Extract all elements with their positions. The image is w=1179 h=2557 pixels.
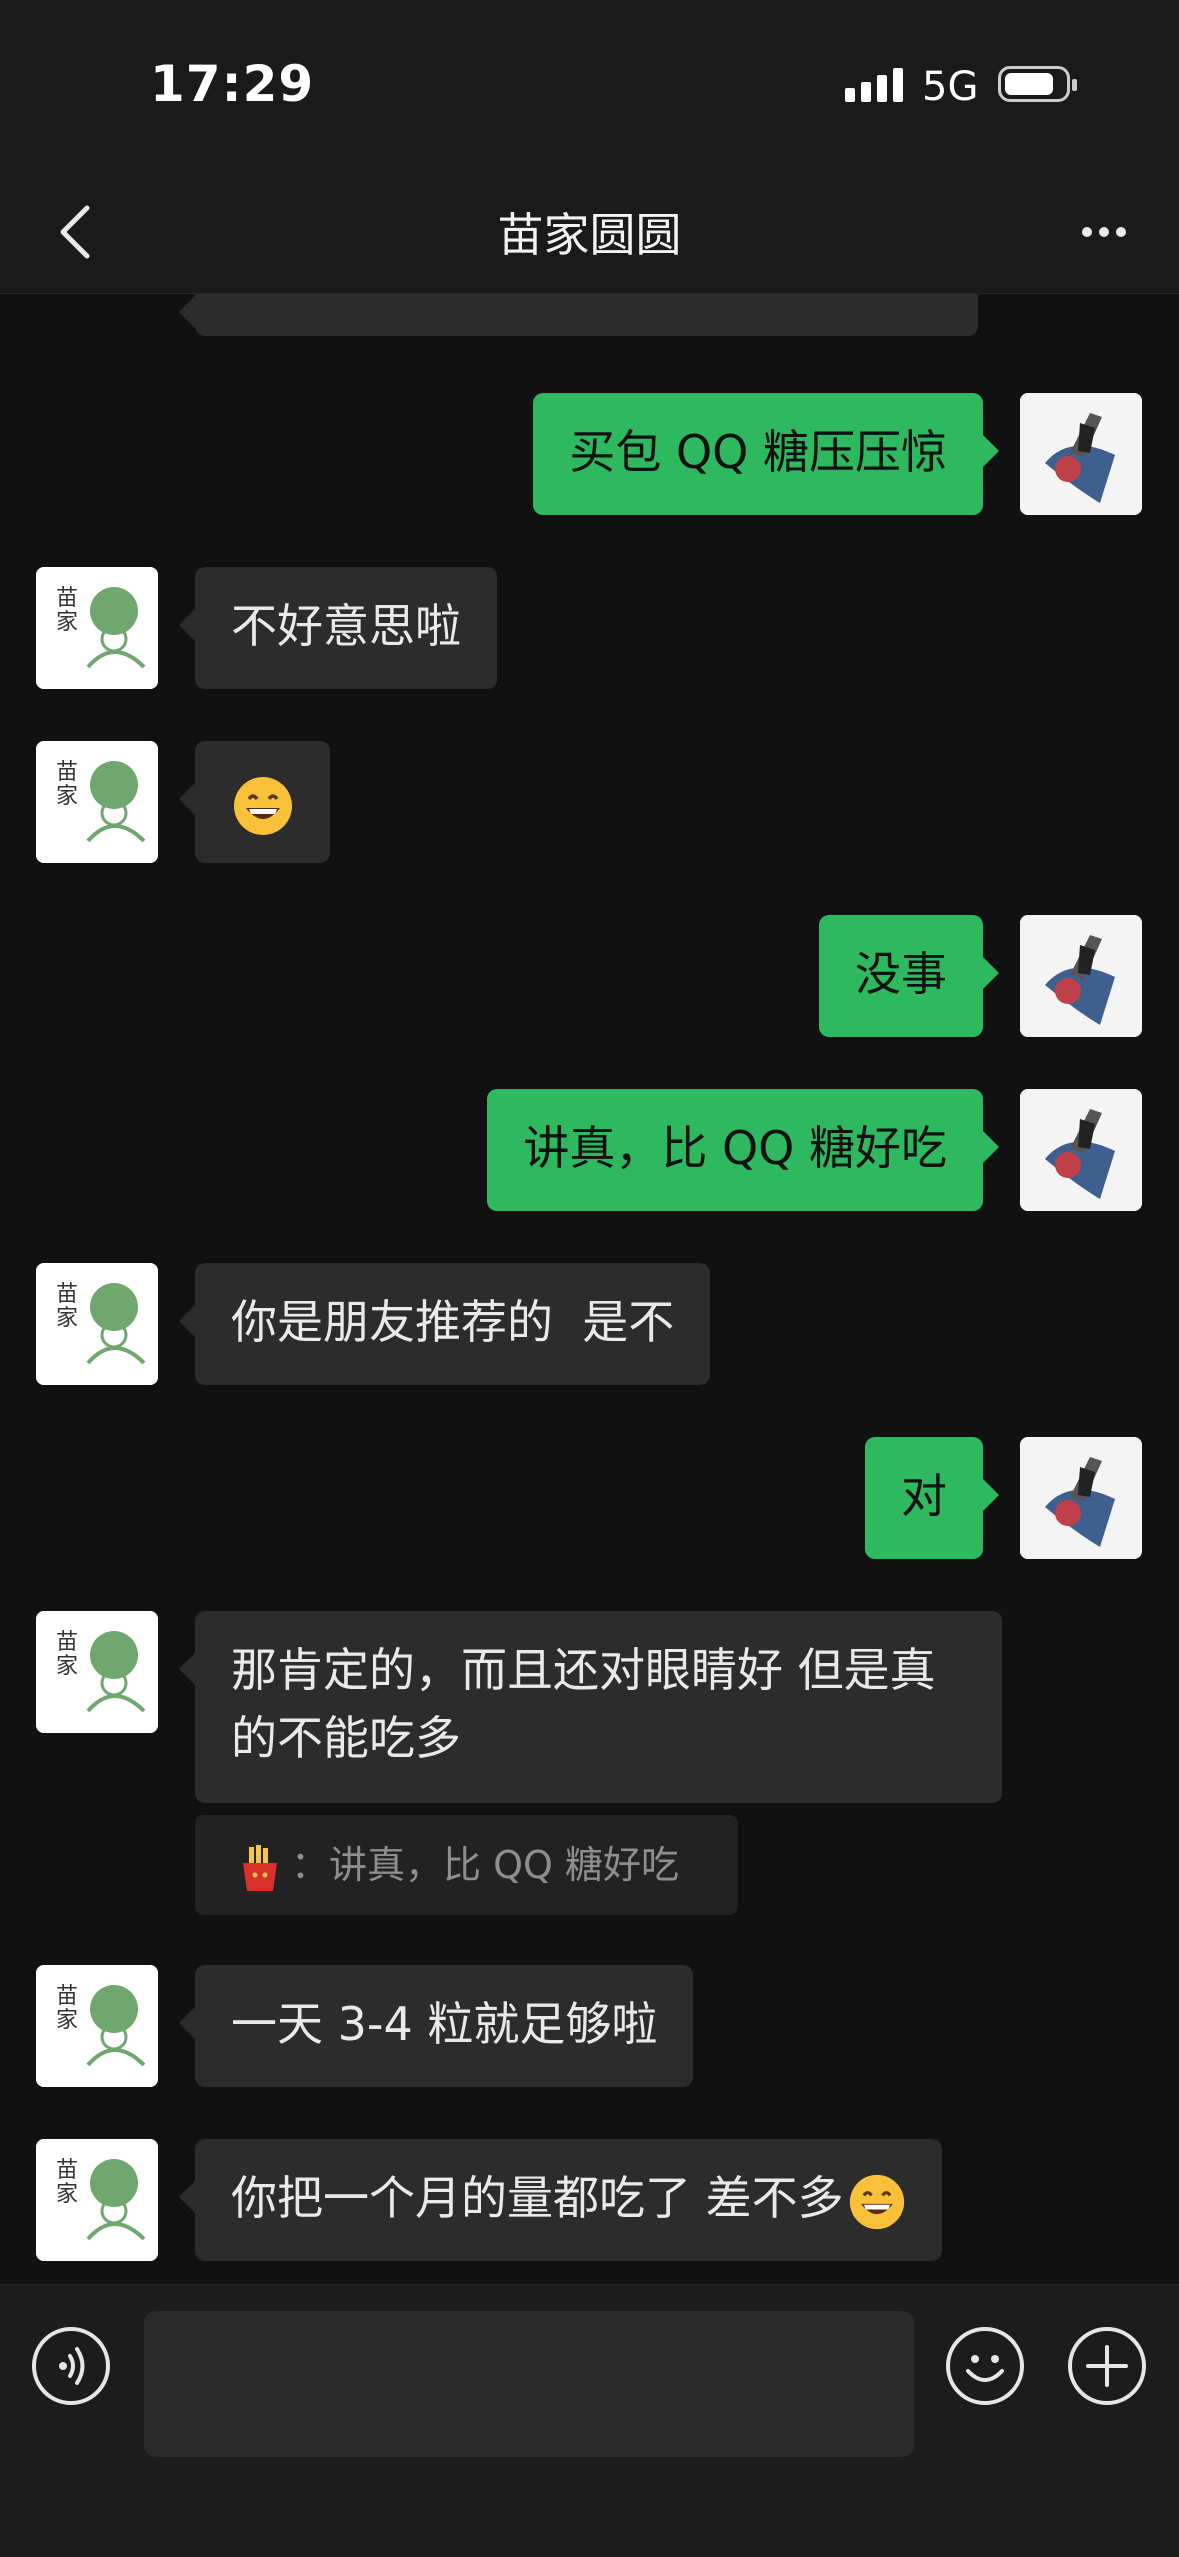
smiley-icon[interactable]: [946, 2327, 1024, 2405]
status-time: 17:29: [150, 55, 315, 113]
message-bubble-outgoing[interactable]: 讲真，比 QQ 糖好吃: [487, 1089, 999, 1211]
my-avatar[interactable]: [1020, 1437, 1142, 1559]
input-bar: [0, 2284, 1179, 2557]
fries-emoji: [243, 1844, 277, 1891]
grinning-face-emoji: [849, 2174, 904, 2229]
message-bubble-incoming[interactable]: 一天 3-4 粒就足够啦: [178, 1965, 694, 2087]
contact-avatar[interactable]: 苗家: [36, 1965, 158, 2087]
more-dots-icon[interactable]: [1069, 197, 1139, 267]
svg-text:苗: 苗: [56, 586, 78, 611]
network-type: 5G: [922, 64, 979, 110]
grinning-face-emoji: [234, 776, 292, 835]
voice-icon[interactable]: [32, 2327, 110, 2405]
message-text: 你把一个月的量都吃了 差不多: [231, 2171, 844, 2225]
message-bubble-incoming[interactable]: [179, 741, 330, 863]
contact-avatar[interactable]: 苗家: [36, 567, 158, 689]
message-bubble-incoming[interactable]: 你是朋友推荐的 是不: [178, 1263, 711, 1385]
cellular-signal-icon: [845, 68, 903, 102]
message-bubble-incoming[interactable]: 不好意思啦: [179, 567, 497, 689]
my-avatar[interactable]: [1020, 393, 1142, 515]
quote-separator: ：: [291, 1843, 330, 1887]
message-list[interactable]: 买包 QQ 糖压压惊 苗家 不好意思啦 苗家 没事 讲真，比 QQ 糖好吃 苗家…: [0, 294, 1179, 2284]
plus-icon[interactable]: [1068, 2327, 1146, 2405]
svg-text:苗: 苗: [56, 760, 78, 785]
message-bubble-outgoing[interactable]: 买包 QQ 糖压压惊: [533, 393, 999, 515]
my-avatar[interactable]: [1020, 915, 1142, 1037]
quote-text: 讲真，比 QQ 糖好吃: [329, 1843, 679, 1887]
quoted-message[interactable]: ：讲真，比 QQ 糖好吃: [195, 1815, 738, 1915]
chat-header: 苗家圆圆: [0, 175, 1179, 294]
svg-text:家: 家: [56, 1654, 78, 1679]
contact-avatar[interactable]: 苗家: [36, 2139, 158, 2261]
svg-text:苗: 苗: [56, 1984, 78, 2009]
chat-title: 苗家圆圆: [497, 208, 682, 262]
contact-avatar[interactable]: 苗家: [36, 1263, 158, 1385]
svg-text:家: 家: [56, 2008, 78, 2033]
svg-text:苗: 苗: [56, 1282, 78, 1307]
svg-text:家: 家: [56, 2182, 78, 2207]
battery-icon: [998, 66, 1077, 102]
message-bubble-outgoing[interactable]: 对: [865, 1437, 999, 1559]
contact-avatar[interactable]: 苗家: [36, 741, 158, 863]
svg-text:家: 家: [56, 1306, 78, 1331]
svg-text:苗: 苗: [56, 2158, 78, 2183]
svg-text:苗: 苗: [56, 1630, 78, 1655]
message-bubble-outgoing[interactable]: 没事: [819, 915, 999, 1037]
svg-text:家: 家: [56, 610, 78, 635]
message-bubble-incoming[interactable]: 那肯定的，而且还对眼睛好 但是真的不能吃多: [179, 1611, 1002, 1803]
message-input[interactable]: [144, 2311, 914, 2457]
status-bar: 17:29 5G: [0, 0, 1179, 175]
my-avatar[interactable]: [1020, 1089, 1142, 1211]
svg-text:家: 家: [56, 784, 78, 809]
message-bubble-incoming[interactable]: 你把一个月的量都吃了 差不多: [179, 2139, 942, 2261]
contact-avatar[interactable]: 苗家: [36, 1611, 158, 1733]
message-bubble-clipped: [179, 294, 978, 336]
